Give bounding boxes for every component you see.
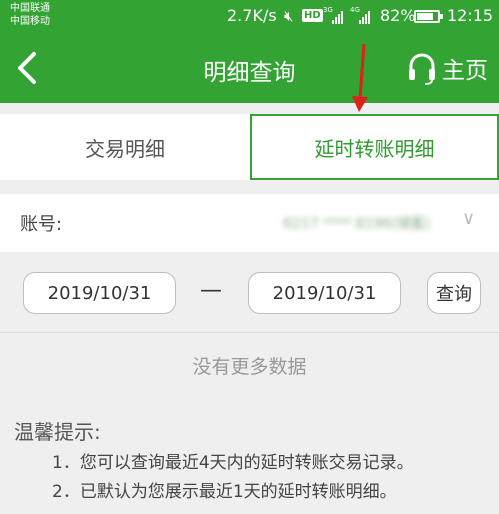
start-date-field[interactable]: 2019/10/31 [23,272,176,314]
tip-item: 1．您可以查询最近4天内的延时转账交易记录。 [52,453,414,473]
chevron-down-icon[interactable]: ∨ [462,208,475,229]
home-button[interactable]: 主页 [408,48,488,88]
account-value: 6217 **** 8196(储蓄) [283,216,431,232]
battery-percent: 82% [380,6,416,25]
net-speed: 2.7K/s [227,6,277,25]
end-date-field[interactable]: 2019/10/31 [248,272,401,314]
date-separator: — [200,278,222,303]
signal-icon: 3G [323,6,347,24]
mute-icon: 🔇︎ [284,7,294,25]
divider [0,332,499,333]
tip-item: 2．已默认为您展示最近1天的延时转账明细。 [52,482,397,502]
nav-bar: 明细查询 主页 [0,33,499,103]
carrier-info: 中国联通 中国移动 [10,2,50,28]
home-label: 主页 [442,58,488,84]
battery-icon [414,10,443,23]
account-selector[interactable]: 账号: 6217 **** 8196(储蓄) ∨ [0,194,499,252]
battery-level [417,13,434,20]
red-arrow-annotation [352,43,368,112]
hd-icon: HD [302,9,323,22]
clock: 12:15 [447,6,494,25]
tab-delayed-transfer-details[interactable]: 延时转账明细 [250,114,499,180]
empty-message: 没有更多数据 [192,356,307,378]
carrier-2: 中国移动 [10,16,50,27]
headset-icon [409,53,435,85]
tab-transaction-details[interactable]: 交易明细 [0,114,250,180]
account-label: 账号: [20,214,63,235]
query-button[interactable]: 查询 [427,272,481,314]
tab-bar: 交易明细 延时转账明细 [0,114,499,180]
date-range-row: 2019/10/31 — 2019/10/31 查询 [0,253,499,333]
carrier-1: 中国联通 [10,3,50,14]
tips-title: 温馨提示: [14,420,101,444]
signal-icon: 4G [350,6,374,24]
status-bar: 中国联通 中国移动 2.7K/s 🔇︎ HD 3G 4G 82% 12:15 [0,0,499,33]
